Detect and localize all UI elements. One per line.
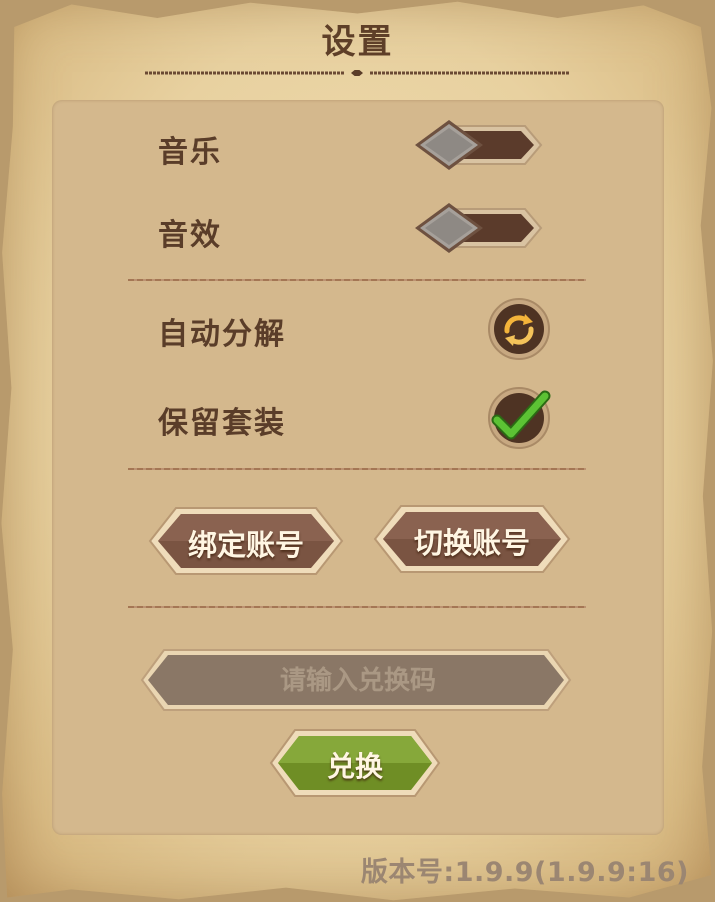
- switch-account-button[interactable]: 切换账号: [373, 504, 571, 574]
- music-label: 音乐: [158, 135, 222, 170]
- keep-sets-label: 保留套装: [158, 406, 286, 441]
- section-divider: [128, 606, 586, 608]
- music-toggle[interactable]: [415, 120, 543, 170]
- keep-sets-checkbox[interactable]: [487, 386, 551, 450]
- section-divider: [128, 468, 586, 470]
- auto-decompose-button[interactable]: [487, 297, 551, 361]
- redeem-code-input[interactable]: [180, 658, 536, 704]
- sound-effects-label: 音效: [158, 218, 222, 253]
- sound-effects-toggle[interactable]: [415, 203, 543, 253]
- title-divider: [145, 70, 570, 76]
- auto-decompose-label: 自动分解: [158, 317, 286, 352]
- bind-account-button[interactable]: 绑定账号: [148, 506, 344, 576]
- section-divider: [128, 279, 586, 281]
- version-text: 版本号:1.9.9(1.9.9:16): [360, 857, 689, 888]
- redeem-button[interactable]: 兑换: [269, 728, 441, 798]
- switch-account-label: 切换账号: [413, 526, 530, 560]
- redeem-code-field: [140, 648, 572, 712]
- redeem-button-label: 兑换: [326, 750, 383, 783]
- bind-account-label: 绑定账号: [187, 528, 304, 562]
- dialog-title: 设置: [321, 22, 394, 62]
